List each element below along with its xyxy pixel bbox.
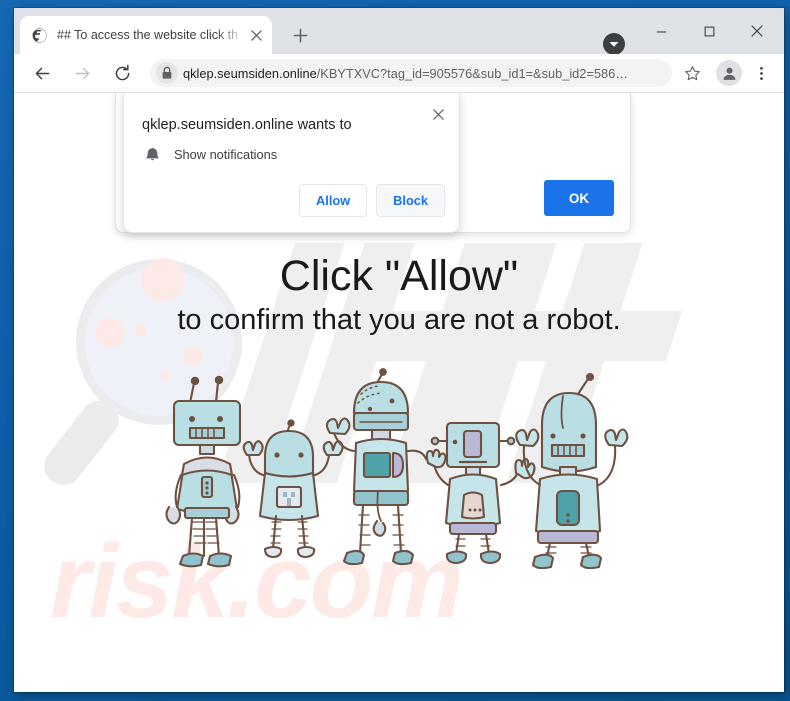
profile-avatar[interactable]	[716, 60, 742, 86]
bell-icon	[142, 144, 162, 164]
allow-button[interactable]: Allow	[299, 184, 368, 217]
back-button[interactable]	[27, 58, 57, 88]
close-glyph	[250, 29, 262, 41]
window-minimize-button[interactable]	[638, 16, 684, 46]
robot-2	[242, 419, 344, 559]
permission-dialog-close-button[interactable]	[425, 101, 451, 127]
robots-illustration	[165, 368, 629, 570]
chevron-down-icon	[603, 33, 625, 55]
globe-icon	[32, 27, 47, 43]
page-subtitle: to confirm that you are not a robot.	[177, 304, 621, 337]
new-tab-button[interactable]	[286, 21, 314, 49]
bookmark-star-button[interactable]	[678, 59, 706, 87]
browser-tab[interactable]: ## To access the website click th	[20, 16, 272, 54]
window-maximize-button[interactable]	[686, 16, 732, 46]
close-icon	[751, 25, 763, 37]
permission-actions: Allow Block	[299, 184, 445, 217]
star-icon	[684, 65, 700, 80]
robot-1	[165, 375, 242, 568]
reload-button[interactable]	[107, 58, 137, 88]
three-dot-menu-icon	[759, 66, 763, 80]
robot-3	[325, 368, 428, 566]
maximize-icon	[704, 26, 714, 36]
url-host: qklep.seumsiden.online	[183, 65, 317, 81]
permission-label: Show notifications	[174, 146, 278, 162]
window-close-button[interactable]	[734, 16, 780, 46]
forward-arrow-icon	[75, 67, 89, 79]
page-headline-block: Click "Allow" to confirm that you are no…	[14, 252, 784, 339]
browser-toolbar: qklep.seumsiden.online/KBYTXVC?tag_id=90…	[14, 54, 784, 93]
permission-row: Show notifications	[142, 144, 277, 164]
tab-close-icon[interactable]	[246, 25, 266, 45]
site-security-button[interactable]	[154, 60, 180, 86]
ok-button[interactable]: OK	[544, 180, 614, 216]
notification-permission-dialog: qklep.seumsiden.online wants to Show not…	[123, 93, 460, 233]
block-button[interactable]: Block	[376, 184, 445, 217]
magnifier-handle-icon	[36, 393, 126, 493]
tab-strip: ## To access the website click th	[14, 8, 784, 55]
tab-title: ## To access the website click th	[57, 28, 239, 42]
close-icon	[432, 108, 444, 120]
minimize-icon	[656, 30, 666, 32]
back-arrow-icon	[35, 67, 49, 79]
address-bar[interactable]: qklep.seumsiden.online/KBYTXVC?tag_id=90…	[150, 59, 672, 87]
page-title: Click "Allow"	[279, 252, 519, 300]
lock-icon	[156, 62, 178, 84]
bell-glyph	[145, 147, 159, 160]
browser-menu-button[interactable]	[748, 60, 774, 86]
permission-dialog-title: qklep.seumsiden.online wants to	[142, 117, 352, 133]
plus-icon	[293, 28, 307, 42]
url-path: /KBYTXVC?tag_id=905576&sub_id1=&sub_id2=…	[316, 65, 629, 81]
profile-avatar-icon	[723, 67, 735, 80]
page-viewport: risk.com Click "Allow" to confirm that y…	[14, 93, 784, 691]
forward-button	[67, 58, 97, 88]
chevron-down-glyph	[609, 41, 619, 47]
desktop-background: ## To access the website click th qklep.…	[0, 0, 790, 701]
browser-window: ## To access the website click th qklep.…	[14, 8, 784, 692]
reload-icon	[115, 64, 129, 80]
url-text: qklep.seumsiden.online/KBYTXVC?tag_id=90…	[180, 66, 672, 81]
